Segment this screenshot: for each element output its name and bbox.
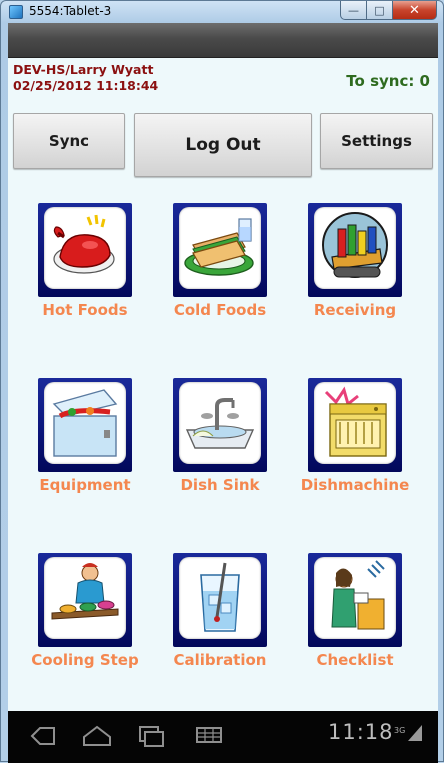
recent-apps-icon[interactable]: [136, 723, 166, 749]
status-clock: 11:18: [328, 720, 394, 744]
woman-checklist-icon: [331, 560, 385, 630]
signal-strength-icon: [408, 725, 422, 741]
tile-label: Cold Foods: [173, 301, 267, 319]
tile-label: Receiving: [313, 301, 397, 319]
home-icon[interactable]: [80, 723, 114, 749]
system-navigation-bar: 11:18 3G: [8, 711, 438, 763]
tile-dish-sink-frame[interactable]: [173, 378, 267, 472]
tile-checklist-frame[interactable]: [308, 553, 402, 647]
menu-icon[interactable]: [194, 723, 224, 747]
tile-label: Checklist: [316, 651, 394, 669]
dishwasher-icon: [324, 386, 387, 457]
sync-status: To sync: 0: [346, 72, 430, 90]
tile-cold-foods-frame[interactable]: [173, 203, 267, 297]
emulator-window: 5554:Tablet-3 — □ ✕ DEV-HS/Larry Wyatt 0…: [0, 0, 444, 763]
tile-calibration-frame[interactable]: [173, 553, 267, 647]
device-screen: DEV-HS/Larry Wyatt 02/25/2012 11:18:44 T…: [8, 23, 438, 763]
app-content: DEV-HS/Larry Wyatt 02/25/2012 11:18:44 T…: [8, 58, 438, 740]
sandwich-icon: [184, 218, 254, 276]
window-controls: — □ ✕: [340, 1, 437, 20]
tile-dishmachine-frame[interactable]: [308, 378, 402, 472]
tile-label: Dishmachine: [300, 476, 410, 494]
roast-turkey-icon: [53, 214, 115, 274]
back-icon[interactable]: [28, 723, 58, 749]
app-title-bar: [8, 23, 438, 58]
user-name: DEV-HS/Larry Wyatt: [13, 62, 154, 77]
settings-button[interactable]: Settings: [320, 113, 433, 169]
tile-label: Dish Sink: [180, 476, 260, 494]
maximize-button[interactable]: □: [367, 1, 393, 20]
logout-button[interactable]: Log Out: [134, 113, 312, 177]
minimize-button[interactable]: —: [340, 1, 367, 20]
current-datetime: 02/25/2012 11:18:44: [13, 78, 159, 93]
sink-icon: [185, 398, 255, 449]
tile-receiving-frame[interactable]: [308, 203, 402, 297]
tile-cooling-step-frame[interactable]: [38, 553, 132, 647]
ice-water-glass-icon: [200, 562, 240, 632]
window-title: 5554:Tablet-3: [29, 4, 112, 18]
window-titlebar[interactable]: 5554:Tablet-3 — □ ✕: [1, 1, 443, 23]
tile-label: Cooling Step: [31, 651, 139, 669]
tile-equipment-frame[interactable]: [38, 378, 132, 472]
close-button[interactable]: ✕: [393, 1, 437, 20]
sync-button[interactable]: Sync: [13, 113, 125, 169]
tile-label: Equipment: [39, 476, 131, 494]
tile-label: Calibration: [173, 651, 267, 669]
tile-hot-foods-frame[interactable]: [38, 203, 132, 297]
user-info: DEV-HS/Larry Wyatt 02/25/2012 11:18:44: [13, 62, 158, 94]
tile-label: Hot Foods: [42, 301, 128, 319]
chef-cooling-icon: [51, 563, 119, 620]
delivery-cart-icon: [322, 212, 388, 278]
app-window-icon: [9, 5, 23, 19]
network-type: 3G: [394, 726, 406, 735]
chest-freezer-icon: [52, 389, 118, 457]
